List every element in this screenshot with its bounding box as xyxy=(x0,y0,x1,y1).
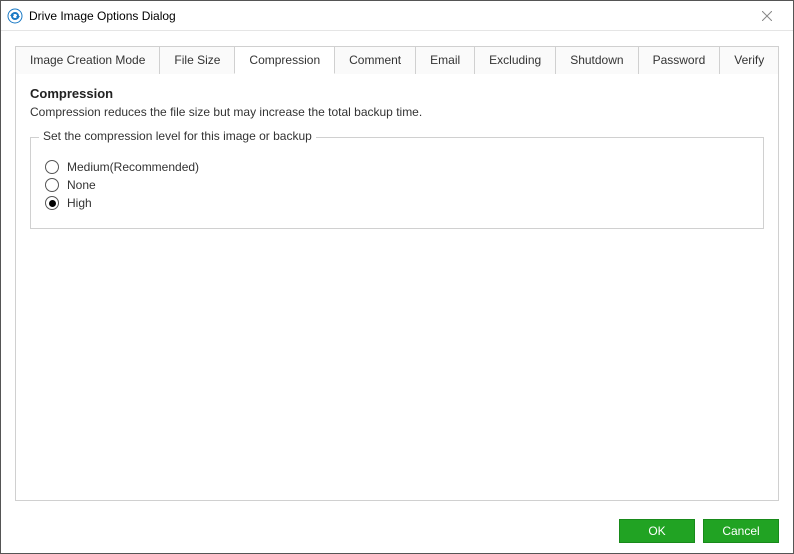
tab-email[interactable]: Email xyxy=(415,46,475,74)
window-title: Drive Image Options Dialog xyxy=(29,9,747,23)
radio-option-high[interactable]: High xyxy=(45,196,749,210)
tab-verify[interactable]: Verify xyxy=(719,46,779,74)
section-title: Compression xyxy=(30,86,764,101)
app-icon xyxy=(7,8,23,24)
radio-option-none[interactable]: None xyxy=(45,178,749,192)
tab-comment[interactable]: Comment xyxy=(334,46,416,74)
radio-label: High xyxy=(67,196,92,210)
dialog-window: Drive Image Options Dialog Image Creatio… xyxy=(0,0,794,554)
tab-bar: Image Creation Mode File Size Compressio… xyxy=(15,45,779,74)
radio-label: Medium(Recommended) xyxy=(67,160,199,174)
tab-shutdown[interactable]: Shutdown xyxy=(555,46,638,74)
radio-option-medium[interactable]: Medium(Recommended) xyxy=(45,160,749,174)
radio-icon xyxy=(45,178,59,192)
ok-button[interactable]: OK xyxy=(619,519,695,543)
compression-fieldset: Set the compression level for this image… xyxy=(30,137,764,229)
tab-panel-compression: Compression Compression reduces the file… xyxy=(15,74,779,501)
tab-excluding[interactable]: Excluding xyxy=(474,46,556,74)
fieldset-legend: Set the compression level for this image… xyxy=(39,129,316,143)
dialog-content: Image Creation Mode File Size Compressio… xyxy=(1,31,793,509)
tab-password[interactable]: Password xyxy=(638,46,721,74)
radio-icon xyxy=(45,196,59,210)
dialog-footer: OK Cancel xyxy=(1,509,793,553)
section-description: Compression reduces the file size but ma… xyxy=(30,105,764,119)
close-button[interactable] xyxy=(747,2,787,30)
tab-file-size[interactable]: File Size xyxy=(159,46,235,74)
cancel-button[interactable]: Cancel xyxy=(703,519,779,543)
titlebar: Drive Image Options Dialog xyxy=(1,1,793,31)
radio-icon xyxy=(45,160,59,174)
tab-image-creation-mode[interactable]: Image Creation Mode xyxy=(15,46,160,74)
tab-compression[interactable]: Compression xyxy=(234,46,335,74)
radio-label: None xyxy=(67,178,96,192)
